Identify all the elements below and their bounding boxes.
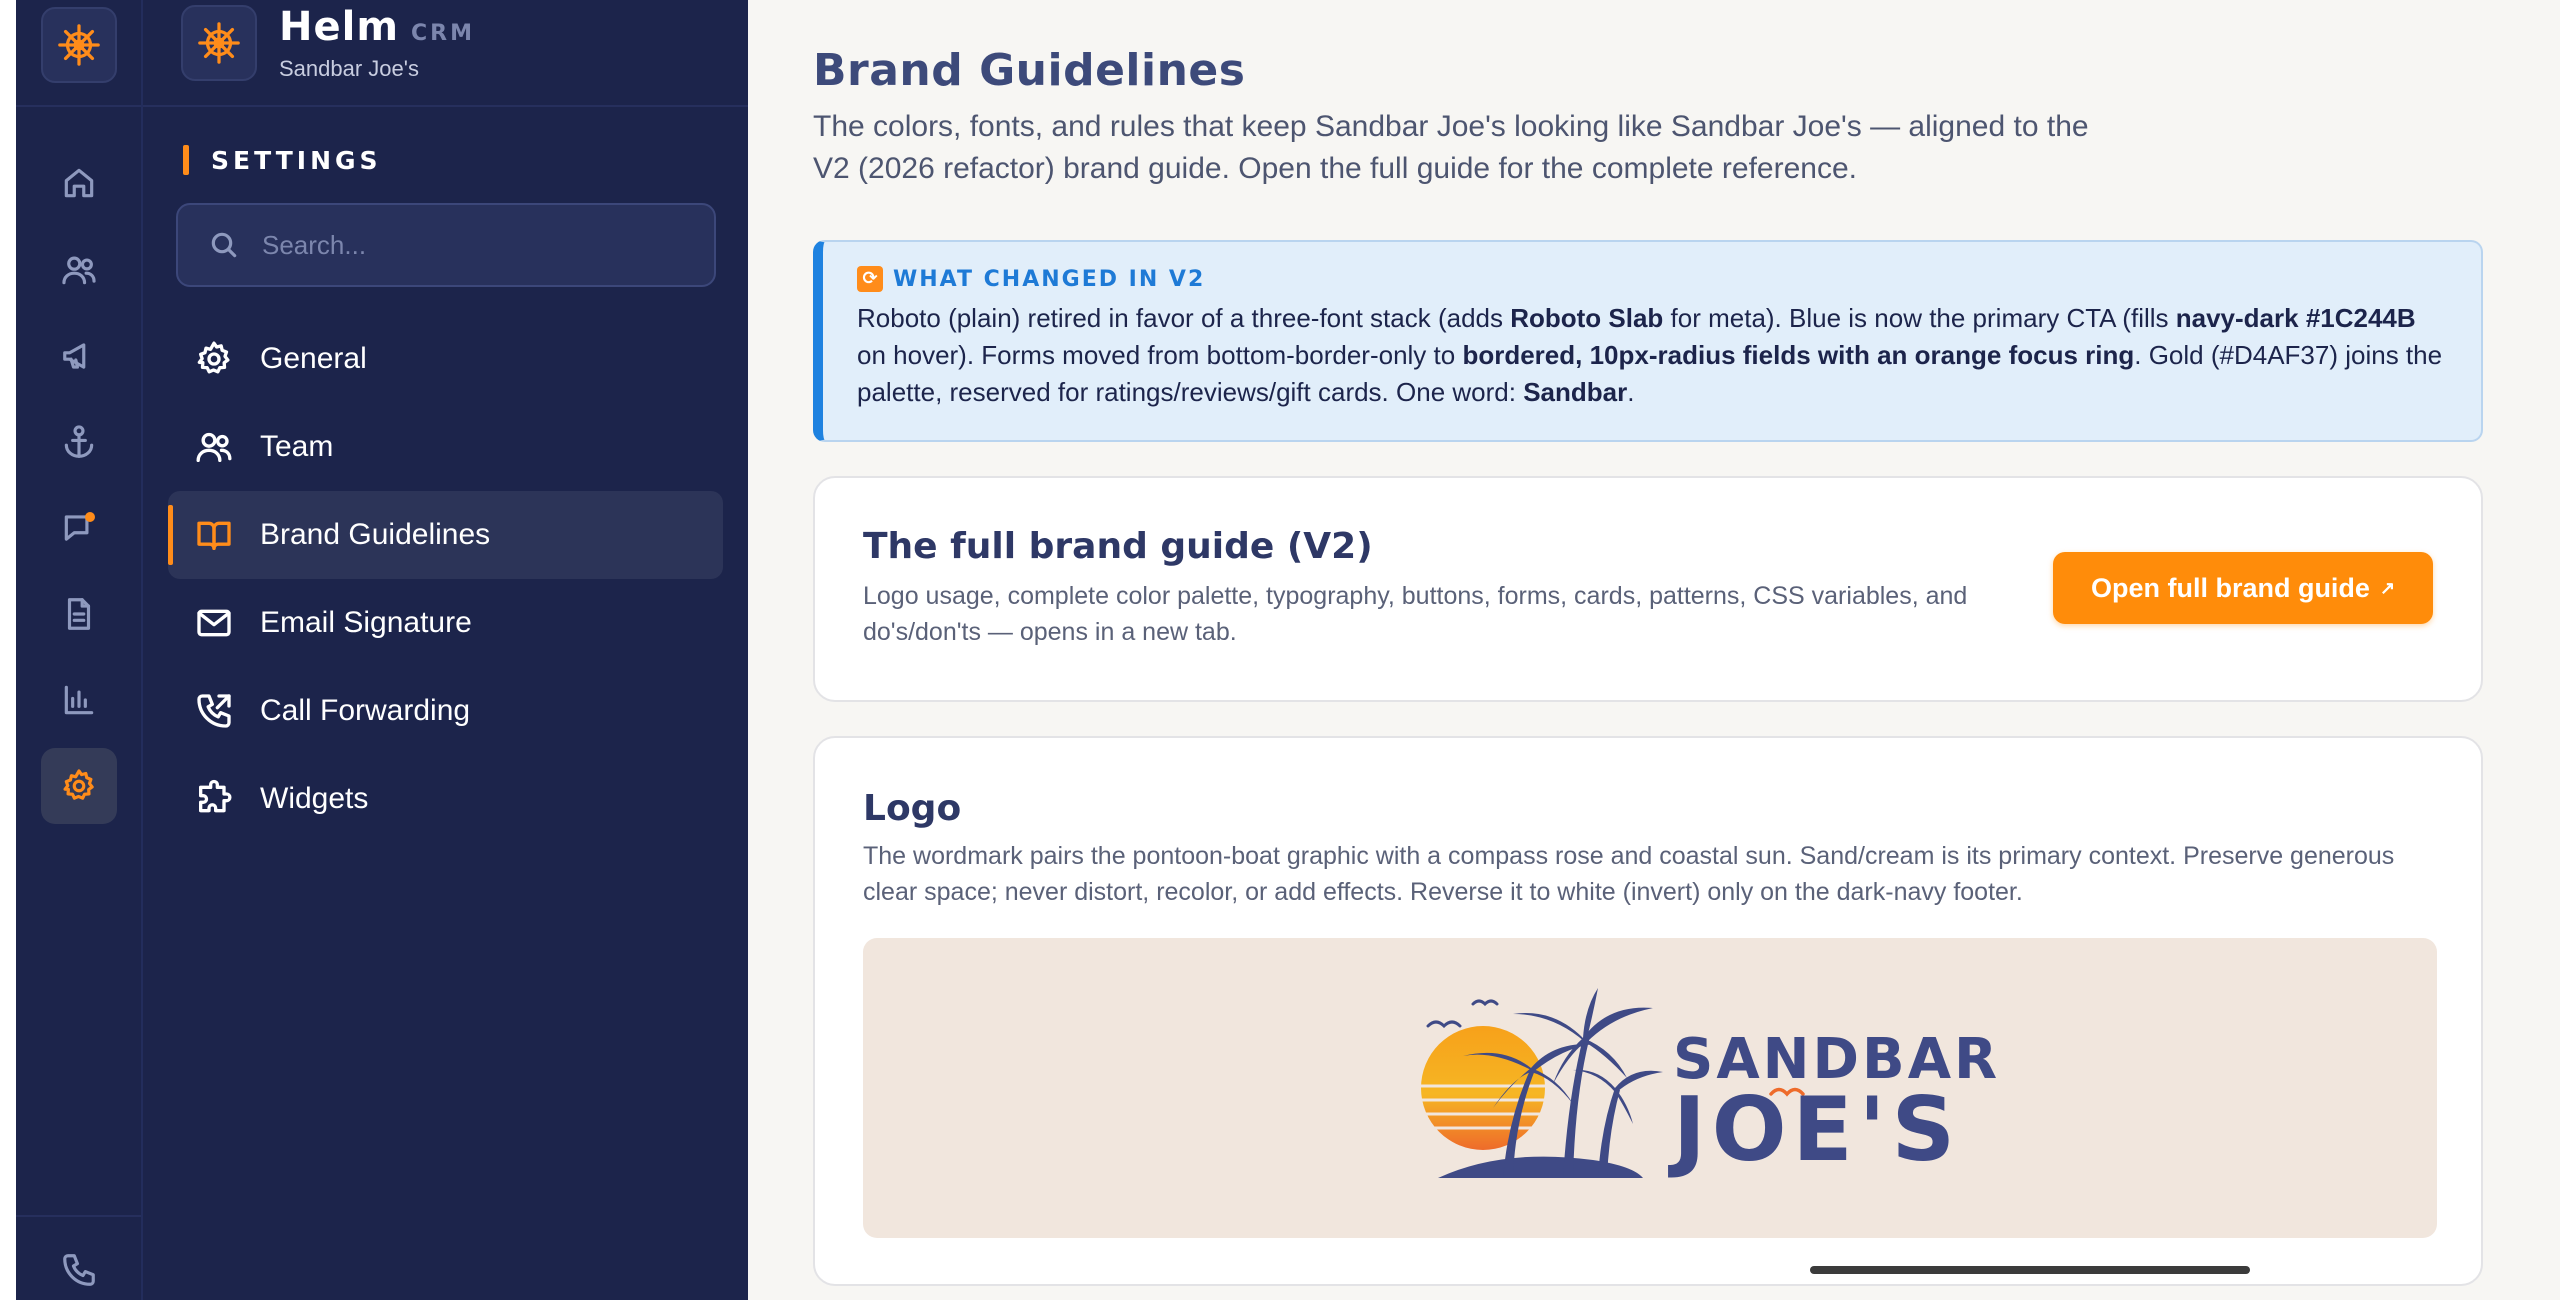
logo-card-title: Logo xyxy=(863,788,962,829)
app-name: Helm xyxy=(279,4,399,50)
ship-wheel-icon xyxy=(198,22,240,64)
rail-reports[interactable] xyxy=(41,662,117,738)
settings-item-team[interactable]: Team xyxy=(168,403,723,491)
brand-logo[interactable] xyxy=(181,5,257,81)
callout-body: Roboto (plain) retired in favor of a thr… xyxy=(857,303,2443,407)
page-title: Brand Guidelines xyxy=(813,45,1246,96)
refresh-icon: ⟳ xyxy=(857,266,883,292)
bar-chart-icon xyxy=(64,685,94,715)
gear-icon xyxy=(63,769,94,800)
logo-card-description: The wordmark pairs the pontoon-boat grap… xyxy=(863,842,2395,906)
search-input[interactable] xyxy=(262,229,682,261)
settings-item-label: Call Forwarding xyxy=(260,694,471,727)
rail-home[interactable] xyxy=(41,145,117,221)
settings-item-brand-guidelines[interactable]: Brand Guidelines xyxy=(168,491,723,579)
book-open-icon xyxy=(197,521,231,550)
callout-title: ⟳ WHAT CHANGED IN V2 xyxy=(857,266,2445,292)
logo-preview: SANDBAR JOE'S xyxy=(863,938,2437,1238)
settings-panel: Helm CRM Sandbar Joe's SETTINGS General T… xyxy=(143,0,748,1300)
users-icon xyxy=(62,256,96,285)
guide-card-title: The full brand guide (V2) xyxy=(863,526,1373,567)
settings-item-general[interactable]: General xyxy=(168,315,723,403)
full-guide-card: The full brand guide (V2) Logo usage, co… xyxy=(813,476,2483,702)
settings-item-label: Team xyxy=(260,430,334,463)
settings-item-email-signature[interactable]: Email Signature xyxy=(168,579,723,667)
rail-documents[interactable] xyxy=(41,576,117,652)
section-accent-bar xyxy=(183,145,189,175)
rail-campaigns[interactable] xyxy=(41,318,117,394)
mail-icon xyxy=(197,609,231,637)
wordmark-line-2: JOE'S xyxy=(1668,1078,1961,1181)
horizontal-scrollbar[interactable] xyxy=(1810,1266,2250,1274)
megaphone-icon xyxy=(63,343,86,369)
settings-search xyxy=(176,203,716,287)
phone-icon xyxy=(63,1254,95,1286)
rail-divider xyxy=(16,105,141,107)
window-edge xyxy=(0,0,16,1300)
settings-item-label: General xyxy=(260,342,367,375)
settings-section-label: SETTINGS xyxy=(183,145,382,175)
sandbar-joes-logo: SANDBAR JOE'S xyxy=(1418,988,1997,1181)
home-icon xyxy=(64,168,94,198)
rail-settings[interactable] xyxy=(41,748,117,824)
notification-dot xyxy=(85,512,95,522)
account-name: Sandbar Joe's xyxy=(279,56,419,81)
settings-item-call-forwarding[interactable]: Call Forwarding xyxy=(168,667,723,755)
logo-card: Logo The wordmark pairs the pontoon-boat… xyxy=(813,736,2483,1286)
ship-wheel-icon xyxy=(58,24,100,66)
gear-icon xyxy=(197,341,230,374)
search-icon xyxy=(211,232,237,258)
external-arrow-icon: ↗ xyxy=(2379,577,2396,598)
settings-item-label: Email Signature xyxy=(260,606,472,639)
rail-messages[interactable] xyxy=(41,490,117,566)
rail-contacts[interactable] xyxy=(41,232,117,308)
settings-item-label: Brand Guidelines xyxy=(260,518,491,551)
anchor-icon xyxy=(64,425,94,458)
page-description: The colors, fonts, and rules that keep S… xyxy=(813,110,2089,185)
puzzle-icon xyxy=(199,779,232,813)
app-tag: CRM xyxy=(411,21,475,46)
rail-phone[interactable] xyxy=(41,1232,117,1300)
document-icon xyxy=(67,598,91,630)
settings-item-label: Widgets xyxy=(260,782,369,815)
panel-divider xyxy=(143,105,748,107)
icon-rail xyxy=(16,0,143,1300)
app-logo[interactable] xyxy=(41,7,117,83)
users-icon xyxy=(196,432,232,462)
brand-header: Helm CRM Sandbar Joe's xyxy=(181,4,475,82)
rail-marina[interactable] xyxy=(41,404,117,480)
v2-changes-callout: ⟳ WHAT CHANGED IN V2 Roboto (plain) reti… xyxy=(813,240,2483,442)
main-content: Brand Guidelines The colors, fonts, and … xyxy=(748,0,2560,1300)
guide-card-description: Logo usage, complete color palette, typo… xyxy=(863,582,1968,646)
settings-item-widgets[interactable]: Widgets xyxy=(168,755,723,843)
rail-divider xyxy=(16,1215,141,1217)
open-full-guide-button[interactable]: Open full brand guide ↗ xyxy=(2053,552,2433,624)
phone-forward-icon xyxy=(197,694,231,728)
